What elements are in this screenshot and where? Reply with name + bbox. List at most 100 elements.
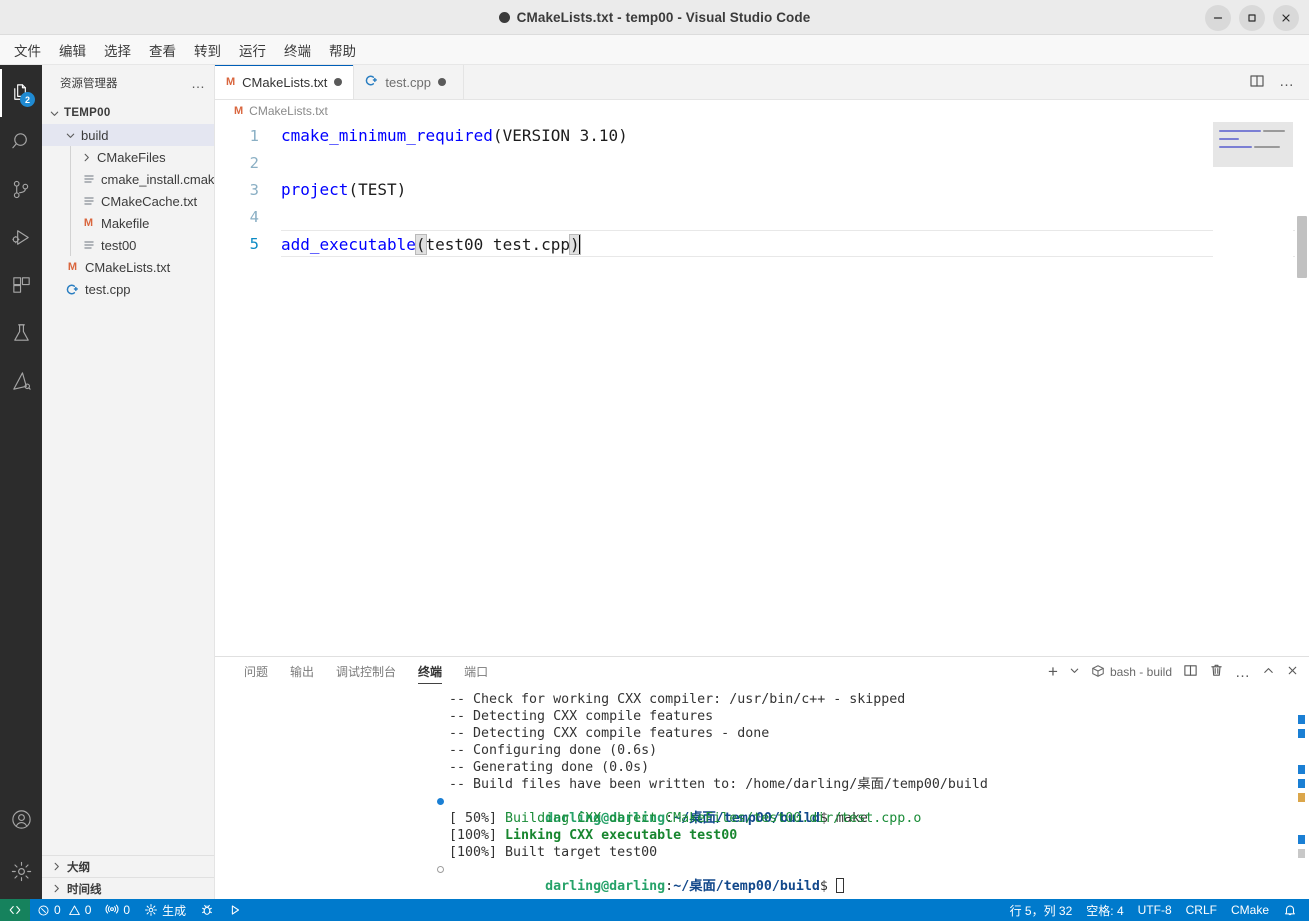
indent-guide — [70, 234, 71, 256]
line-number: 3 — [215, 181, 281, 199]
editor-scrollbar[interactable] — [1295, 122, 1309, 656]
activity-source-control[interactable] — [0, 165, 42, 213]
activity-account[interactable] — [0, 795, 42, 843]
activity-run-debug[interactable] — [0, 213, 42, 261]
status-cmake-run[interactable] — [221, 899, 249, 921]
terminal-line: [ 50%] Building CXX object CMakeFiles/te… — [215, 810, 1309, 827]
tree-item-cmakecache[interactable]: CMakeCache.txt — [42, 190, 214, 212]
terminal-text: Linking CXX executable test00 — [505, 828, 737, 843]
code-text[interactable]: add_executable(test00 test.cpp) — [281, 230, 1309, 257]
terminal-text: [100%] Built target test00 — [449, 845, 657, 860]
status-cursor-position[interactable]: 行 5，列 32 — [1003, 899, 1080, 921]
activity-testing[interactable] — [0, 309, 42, 357]
status-cmake-build[interactable]: 生成 — [137, 899, 193, 921]
editor-actions: … — [1249, 65, 1309, 99]
code-token: test00 test.cpp — [426, 235, 571, 254]
file-icon-makefile: M — [80, 217, 97, 229]
tree-item-cmake-install[interactable]: cmake_install.cmake — [42, 168, 214, 190]
menu-item-run[interactable]: 运行 — [231, 37, 274, 63]
panel-tab-debug-console[interactable]: 调试控制台 — [325, 657, 407, 687]
menu-item-go[interactable]: 转到 — [186, 37, 229, 63]
sidebar-header: 资源管理器 … — [42, 65, 214, 100]
activity-extensions[interactable] — [0, 261, 42, 309]
chevron-down-icon[interactable] — [1069, 665, 1080, 679]
tree-root-temp00[interactable]: TEMP00 — [42, 102, 214, 124]
tree-item-cmakefiles[interactable]: CMakeFiles — [42, 146, 214, 168]
chevron-up-icon[interactable] — [1262, 664, 1275, 680]
menu-item-file[interactable]: 文件 — [6, 37, 49, 63]
tree-item-testcpp[interactable]: test.cpp — [42, 278, 214, 300]
tree-item-build[interactable]: build — [42, 124, 214, 146]
tab-testcpp[interactable]: test.cpp — [354, 65, 464, 99]
tab-dirty-icon[interactable] — [334, 78, 342, 86]
terminal-line: -- Detecting CXX compile features - done — [215, 725, 1309, 742]
sidebar-section-timeline[interactable]: 时间线 — [42, 877, 214, 899]
status-problems[interactable]: 0 0 — [30, 899, 98, 921]
bracket-match-open: ( — [416, 235, 426, 254]
split-terminal-icon[interactable] — [1183, 663, 1198, 681]
code-text[interactable] — [281, 203, 1309, 230]
menu-item-help[interactable]: 帮助 — [321, 37, 364, 63]
terminal-output[interactable]: -- Check for working CXX compiler: /usr/… — [215, 687, 1309, 899]
tab-dirty-icon[interactable] — [438, 78, 446, 86]
terminal-line: -- Configuring done (0.6s) — [215, 742, 1309, 759]
tab-cmakelists[interactable]: M CMakeLists.txt — [215, 65, 354, 99]
code-token: ) — [397, 180, 407, 199]
panel-tab-problems[interactable]: 问题 — [233, 657, 279, 687]
activity-cmake-tools[interactable] — [0, 357, 42, 405]
indent-guide — [70, 168, 71, 190]
code-token: TEST — [358, 180, 397, 199]
menu-item-selection[interactable]: 选择 — [96, 37, 139, 63]
sidebar-more-icon[interactable]: … — [191, 75, 206, 91]
tree-item-test00[interactable]: test00 — [42, 234, 214, 256]
code-token: ( — [348, 180, 358, 199]
workbench-body: 2 — [0, 65, 1309, 899]
code-text[interactable] — [281, 149, 1309, 176]
close-icon[interactable] — [1273, 5, 1299, 31]
explorer-badge: 2 — [20, 92, 35, 107]
tree-item-cmakelists[interactable]: M CMakeLists.txt — [42, 256, 214, 278]
close-icon[interactable] — [1286, 664, 1299, 680]
status-notifications[interactable] — [1276, 899, 1309, 921]
active-terminal-label[interactable]: bash - build — [1091, 664, 1172, 681]
terminal-scrollbar[interactable] — [1295, 687, 1309, 899]
status-ports[interactable]: 0 — [98, 899, 137, 921]
panel-tab-terminal[interactable]: 终端 — [407, 657, 453, 687]
menu-item-edit[interactable]: 编辑 — [51, 37, 94, 63]
minimize-icon[interactable] — [1205, 5, 1231, 31]
ellipsis-icon[interactable]: … — [1279, 77, 1295, 87]
panel-tab-ports[interactable]: 端口 — [453, 657, 499, 687]
new-terminal-button[interactable]: + — [1048, 666, 1058, 678]
code-token: add_executable — [281, 235, 416, 254]
breadcrumb-label[interactable]: CMakeLists.txt — [249, 104, 328, 118]
status-cmake-debug[interactable] — [193, 899, 221, 921]
status-encoding[interactable]: UTF-8 — [1131, 899, 1179, 921]
panel-tab-output[interactable]: 输出 — [279, 657, 325, 687]
code-editor[interactable]: 1 cmake_minimum_required(VERSION 3.10) 2… — [215, 122, 1309, 656]
sidebar-section-outline[interactable]: 大纲 — [42, 855, 214, 877]
activity-search[interactable] — [0, 117, 42, 165]
chevron-right-icon — [50, 883, 62, 894]
status-language-mode[interactable]: CMake — [1224, 899, 1276, 921]
code-text[interactable]: project(TEST) — [281, 176, 1309, 203]
terminal-line: -- Generating done (0.0s) — [215, 759, 1309, 776]
maximize-icon[interactable] — [1239, 5, 1265, 31]
trash-icon[interactable] — [1209, 663, 1224, 681]
file-icon-makefile: M — [64, 261, 81, 273]
code-text[interactable]: cmake_minimum_required(VERSION 3.10) — [281, 122, 1309, 149]
activity-settings[interactable] — [0, 843, 42, 899]
terminal-icon — [1091, 664, 1105, 681]
ellipsis-icon[interactable]: … — [1235, 668, 1251, 677]
tab-label: test.cpp — [385, 75, 431, 90]
tree-item-label: test.cpp — [85, 282, 131, 297]
status-indentation[interactable]: 空格: 4 — [1079, 899, 1130, 921]
menu-item-view[interactable]: 查看 — [141, 37, 184, 63]
status-eol[interactable]: CRLF — [1179, 899, 1224, 921]
tree-item-makefile[interactable]: M Makefile — [42, 212, 214, 234]
status-remote-host[interactable] — [0, 899, 30, 921]
terminal-line: [100%] Linking CXX executable test00 — [215, 827, 1309, 844]
editor-scrollbar-thumb[interactable] — [1297, 216, 1307, 278]
menu-item-terminal[interactable]: 终端 — [276, 37, 319, 63]
split-editor-icon[interactable] — [1249, 73, 1265, 92]
activity-explorer[interactable]: 2 — [0, 69, 42, 117]
